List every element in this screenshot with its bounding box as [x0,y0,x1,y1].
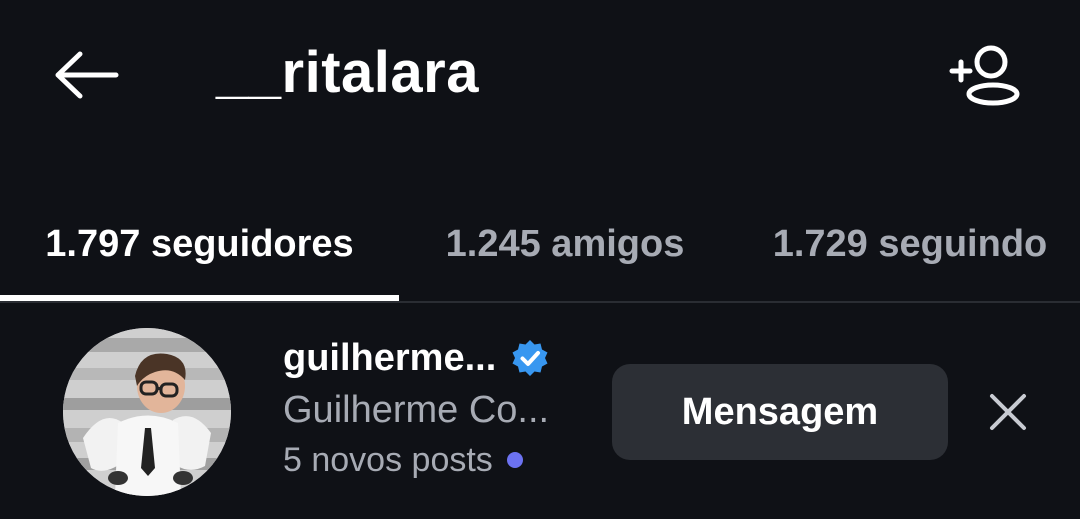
avatar-photo [63,328,231,496]
back-button[interactable] [40,40,130,110]
follow-tabs: 1.797 seguidores 1.245 amigos 1.729 segu… [0,190,1080,302]
followers-screen: __ritalara 1.797 seguidores 1.245 amigos… [0,0,1080,519]
username: guilherme... [283,336,497,379]
page-title: __ritalara [216,40,479,105]
new-posts-dot [506,452,523,468]
tab-following[interactable]: 1.729 seguindo [740,190,1080,298]
close-icon [990,394,1026,430]
add-friend-button[interactable] [940,36,1030,112]
tab-friends[interactable]: 1.245 amigos [400,190,730,298]
avatar[interactable] [63,328,231,496]
active-tab-indicator [0,295,399,301]
add-person-icon [949,45,1020,106]
new-posts-count: 5 novos posts [283,440,493,479]
tab-divider [0,301,1080,303]
user-info[interactable]: guilherme... Guilherme Co... 5 novos pos… [283,332,593,484]
arrow-left-icon [55,51,119,99]
verified-badge-icon [512,340,548,376]
tab-followers[interactable]: 1.797 seguidores [0,190,399,298]
full-name: Guilherme Co... [283,389,550,431]
remove-button[interactable] [978,382,1038,442]
message-button[interactable]: Mensagem [612,364,948,460]
list-item[interactable]: guilherme... Guilherme Co... 5 novos pos… [0,320,1080,510]
